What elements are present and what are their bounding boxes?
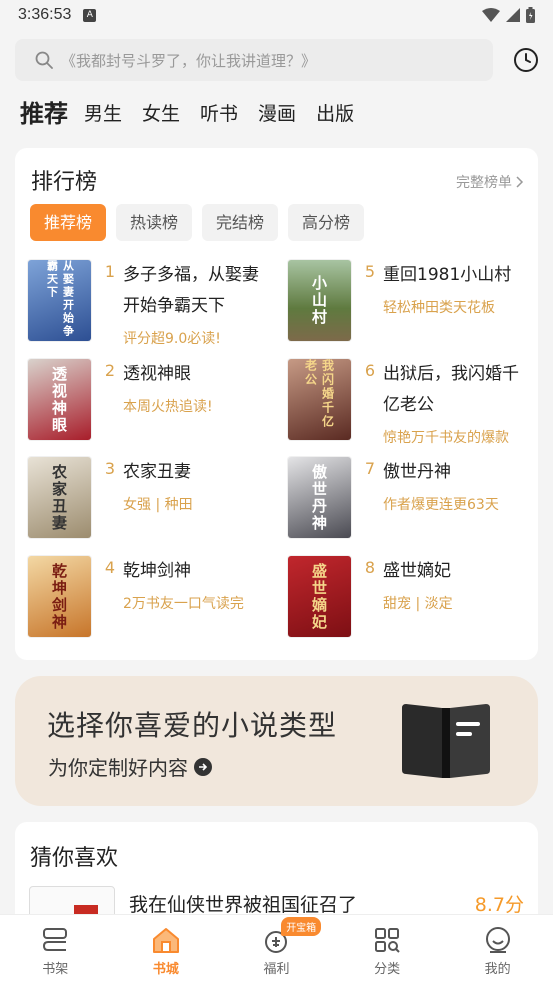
tab-audiobook[interactable]: 听书 xyxy=(200,96,238,132)
full-ranking-label: 完整榜单 xyxy=(456,175,512,191)
tab-publishing[interactable]: 出版 xyxy=(316,96,354,132)
book-score: 8.7分 xyxy=(474,894,524,916)
book-tagline: 作者爆更连更63天 xyxy=(383,497,499,513)
tab-recommend[interactable]: 推荐 xyxy=(20,96,68,132)
book-cover: 从娶妻开始争霸天下 xyxy=(28,260,91,341)
nav-profile[interactable]: 我的 xyxy=(442,915,553,984)
tab-female[interactable]: 女生 xyxy=(142,96,180,132)
wifi-icon xyxy=(482,8,500,22)
status-time: 3:36:53 xyxy=(18,6,72,23)
search-placeholder: 《我都封号斗罗了，你让我讲道理？》 xyxy=(61,51,317,70)
ranking-item[interactable]: 傲世丹神 7 傲世丹神 作者爆更连更63天 xyxy=(288,457,538,539)
book-tagline: 2万书友一口气读完 xyxy=(123,596,244,612)
bookshelf-icon xyxy=(43,928,68,951)
banner-title: 选择你喜爱的小说类型 xyxy=(47,709,338,742)
signal-icon xyxy=(506,8,520,22)
full-ranking-link[interactable]: 完整榜单 xyxy=(456,172,524,192)
book-tagline: 惊艳万千书友的爆款 xyxy=(383,430,509,446)
book-cover: 农家丑妻 xyxy=(28,457,91,538)
book-tagline: 甜宠 | 淡定 xyxy=(383,596,453,612)
search-row: 《我都封号斗罗了，你让我讲道理？》 xyxy=(15,39,540,81)
ranking-title: 排行榜 xyxy=(31,170,98,195)
rank-number: 1 xyxy=(104,262,115,281)
book-tagline: 轻松种田类天花板 xyxy=(383,300,495,316)
nav-label: 书架 xyxy=(42,962,69,977)
banner-subtitle-link[interactable]: 为你定制好内容 xyxy=(48,752,212,781)
channel-tabs: 推荐 男生 女生 听书 漫画 出版 xyxy=(20,96,374,132)
book-tagline: 本周火热追读! xyxy=(123,399,213,415)
ranking-item[interactable]: 乾坤剑神 4 乾坤剑神 2万书友一口气读完 xyxy=(28,556,278,638)
rank-number: 7 xyxy=(364,459,375,478)
book-cover: 盛世嫡妃 xyxy=(288,556,351,637)
bottom-navigation: 书架 书城 开宝箱 福利 分类 我的 xyxy=(0,914,553,984)
ranking-item[interactable]: 透视神眼 2 透视神眼 本周火热追读! xyxy=(28,359,278,441)
home-icon xyxy=(152,928,179,953)
nav-label: 书城 xyxy=(152,962,179,977)
profile-icon xyxy=(485,927,510,953)
ranking-card: 排行榜 完整榜单 推荐榜 热读榜 完结榜 高分榜 从娶妻开始争霸天下 1 多子多… xyxy=(15,148,538,660)
rank-number: 5 xyxy=(364,262,375,281)
book-title: 傲世丹神 xyxy=(383,462,451,482)
tab-comics[interactable]: 漫画 xyxy=(258,96,296,132)
rank-number: 6 xyxy=(364,361,375,380)
treasure-badge: 开宝箱 xyxy=(281,917,322,936)
rank-tab-high-score[interactable]: 高分榜 xyxy=(288,204,365,241)
banner-subtitle: 为你定制好内容 xyxy=(48,756,188,780)
book-title: 多子多福，从娶妻开始争霸天下 xyxy=(123,265,259,316)
nav-rewards[interactable]: 开宝箱 福利 xyxy=(221,915,332,984)
status-bar: 3:36:53 A xyxy=(0,0,553,30)
book-tagline: 女强 | 种田 xyxy=(123,497,193,513)
chevron-right-icon xyxy=(516,176,524,188)
rank-number: 4 xyxy=(104,558,115,577)
rank-tab-completed[interactable]: 完结榜 xyxy=(202,204,279,241)
ranking-item[interactable]: 从娶妻开始争霸天下 1 多子多福，从娶妻开始争霸天下 评分超9.0必读! xyxy=(28,260,278,347)
ranking-item[interactable]: 我闪婚千亿老公 6 出狱后，我闪婚千亿老公 惊艳万千书友的爆款 xyxy=(288,359,538,446)
book-cover: 乾坤剑神 xyxy=(28,556,91,637)
nav-bookshelf[interactable]: 书架 xyxy=(0,915,111,984)
book-title: 透视神眼 xyxy=(123,364,191,384)
genre-preference-banner[interactable]: 选择你喜爱的小说类型 为你定制好内容 xyxy=(15,676,538,806)
nav-label: 福利 xyxy=(263,962,290,977)
search-icon xyxy=(35,51,53,69)
nav-label: 我的 xyxy=(484,962,511,977)
tab-male[interactable]: 男生 xyxy=(84,96,122,132)
open-book-icon xyxy=(402,704,490,778)
rank-tab-hot[interactable]: 热读榜 xyxy=(116,204,193,241)
book-title: 农家丑妻 xyxy=(123,462,191,482)
history-button[interactable] xyxy=(512,46,540,74)
book-cover: 透视神眼 xyxy=(28,359,91,440)
ranking-item[interactable]: 农家丑妻 3 农家丑妻 女强 | 种田 xyxy=(28,457,278,539)
book-cover: 傲世丹神 xyxy=(288,457,351,538)
ranking-item[interactable]: 小山村 5 重回1981小山村 轻松种田类天花板 xyxy=(288,260,538,342)
rank-number: 3 xyxy=(104,459,115,478)
nav-label: 分类 xyxy=(374,962,401,977)
rank-number: 2 xyxy=(104,361,115,380)
book-cover: 小山村 xyxy=(288,260,351,341)
search-input[interactable]: 《我都封号斗罗了，你让我讲道理？》 xyxy=(15,39,493,81)
rank-number: 8 xyxy=(364,558,375,577)
rank-tab-recommend[interactable]: 推荐榜 xyxy=(30,204,107,241)
clock-icon xyxy=(514,48,538,72)
book-tagline: 评分超9.0必读! xyxy=(123,331,221,347)
status-icons xyxy=(482,7,535,23)
nav-bookstore[interactable]: 书城 xyxy=(111,915,222,984)
book-title: 我在仙侠世界被祖国征召了 xyxy=(129,894,358,916)
nav-categories[interactable]: 分类 xyxy=(332,915,443,984)
category-icon xyxy=(375,928,400,953)
book-title: 乾坤剑神 xyxy=(123,561,191,581)
arrow-right-icon xyxy=(194,757,212,776)
recommendations-title: 猜你喜欢 xyxy=(30,846,119,871)
notification-icon: A xyxy=(83,8,97,22)
book-title: 盛世嫡妃 xyxy=(383,561,451,581)
book-title: 出狱后，我闪婚千亿老公 xyxy=(383,364,519,415)
book-cover: 我闪婚千亿老公 xyxy=(288,359,351,440)
book-title: 重回1981小山村 xyxy=(383,265,512,285)
battery-icon xyxy=(526,7,535,23)
ranking-item[interactable]: 盛世嫡妃 8 盛世嫡妃 甜宠 | 淡定 xyxy=(288,556,538,638)
ranking-tabs: 推荐榜 热读榜 完结榜 高分榜 xyxy=(30,204,365,241)
